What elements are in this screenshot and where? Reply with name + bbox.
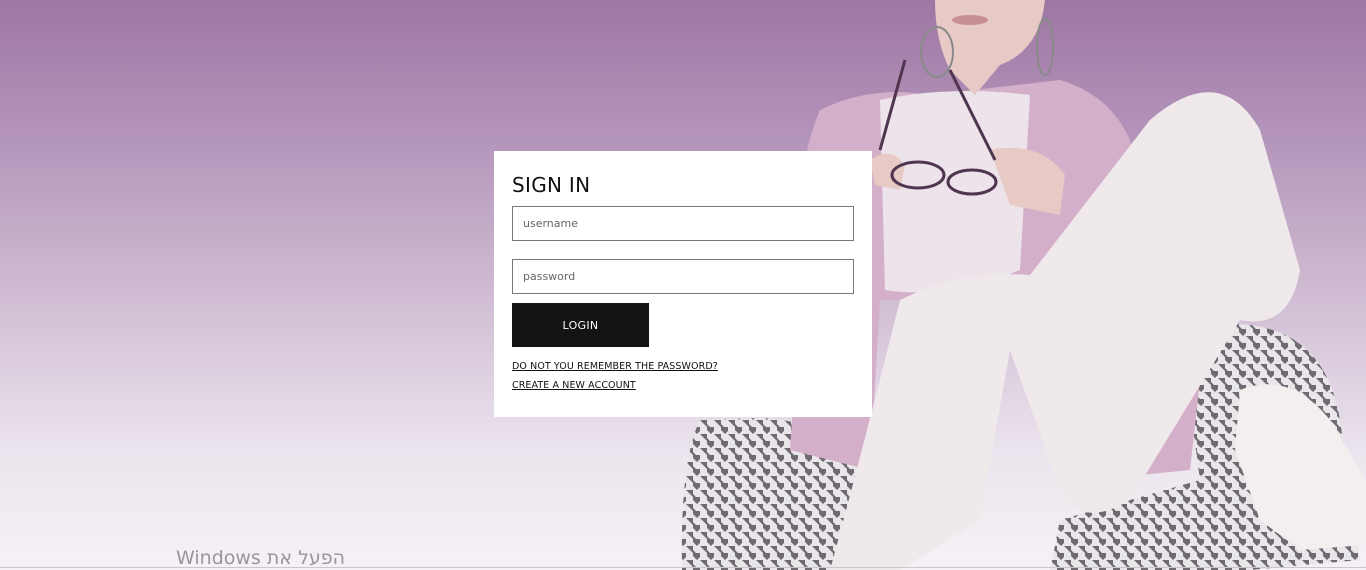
username-input[interactable] (512, 206, 854, 241)
windows-activation-watermark: הפעל את Windows (176, 547, 346, 569)
forgot-password-link[interactable]: DO NOT YOU REMEMBER THE PASSWORD? (512, 361, 854, 372)
create-account-link[interactable]: CREATE A NEW ACCOUNT (512, 380, 854, 391)
sign-in-title: SIGN IN (512, 173, 591, 197)
bottom-divider (0, 567, 1366, 568)
login-button[interactable]: LOGIN (512, 303, 649, 347)
sign-in-card: SIGN IN LOGIN DO NOT YOU REMEMBER THE PA… (494, 151, 872, 417)
password-input[interactable] (512, 259, 854, 294)
